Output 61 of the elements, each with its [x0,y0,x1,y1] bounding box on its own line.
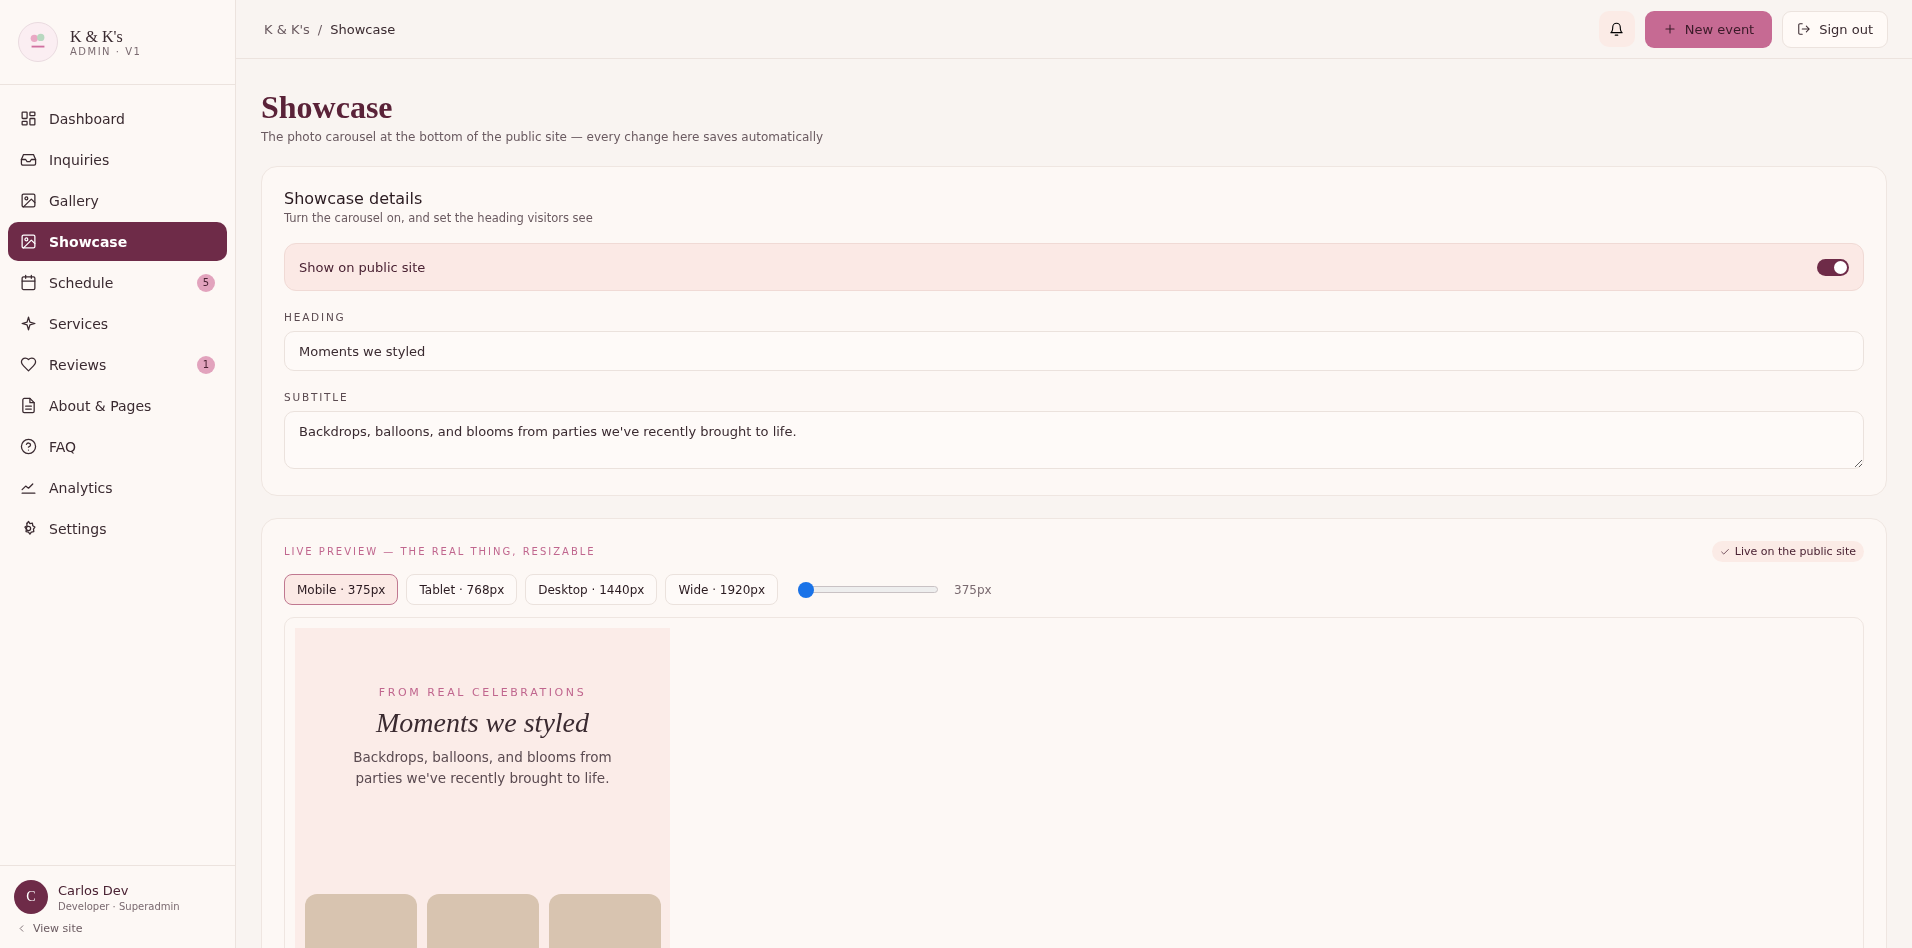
field-label: SUBTITLE [284,391,350,403]
preview-label: LIVE PREVIEW — THE REAL THING, RESIZABLE [284,546,596,557]
document-icon [20,397,37,414]
nav-item[interactable]: Settings [8,509,227,548]
toggle-switch[interactable] [1817,258,1849,276]
device-size-button[interactable]: Wide · 1920px [665,574,779,605]
nav-item[interactable]: Reviews 1 [8,345,227,384]
nav-item[interactable]: FAQ [8,427,227,466]
nav-item[interactable]: Showcase [8,222,227,261]
grid-icon [20,110,37,127]
image-icon [20,233,37,250]
user-avatar: C [14,880,48,914]
calendar-icon [20,274,37,291]
heart-icon [20,356,37,373]
width-slider[interactable] [798,581,939,598]
subtitle-field[interactable]: Backdrops, balloons, and blooms from parties we've recently brought to life. [284,411,1864,469]
breadcrumb-separator: / [317,21,323,37]
user-name: Carlos Dev [58,882,130,898]
bell-icon [1609,21,1625,37]
new-event-button[interactable]: New event [1644,10,1773,48]
card-subtitle: Turn the carousel on, and set the heading visitors see [284,211,594,225]
page-subtitle: The photo carousel at the bottom of the public site — every change here saves automatically [261,130,825,144]
logout-icon [1797,22,1812,36]
device-size-button[interactable]: Desktop · 1440px [525,574,658,605]
preview-eyebrow: FROM REAL CELEBRATIONS [378,686,587,699]
live-status-badge: Live on the public site [1711,541,1864,562]
device-size-button[interactable]: Mobile · 375px [284,574,399,605]
nav-item[interactable]: Dashboard [8,99,227,138]
user-role: Developer · Superadmin [58,900,180,912]
sign-out-button[interactable]: Sign out [1782,10,1888,48]
slider-thumb[interactable] [798,581,815,598]
brand-name: K & K's [70,27,124,46]
nav-item[interactable]: Analytics [8,468,227,507]
count-badge: 1 [197,355,215,374]
width-reading: 375px [954,582,992,597]
brand-logo [18,22,58,62]
brand-version: ADMIN · V1 [70,45,142,57]
count-badge: 5 [197,273,215,292]
device-size-button[interactable]: Tablet · 768px [406,574,518,605]
plus-icon [1662,22,1677,36]
nav-item[interactable]: About & Pages [8,386,227,425]
page-title: Showcase [261,89,394,126]
notifications-button[interactable] [1598,11,1635,47]
help-icon [20,438,37,455]
card-title: Showcase details [284,189,424,208]
preview-heading: Moments we styled [375,707,590,739]
breadcrumb-item: Showcase [330,21,396,37]
view-site-link[interactable]: View site [16,922,83,935]
nav-item[interactable]: Gallery [8,181,227,220]
nav-item[interactable]: Schedule 5 [8,263,227,302]
preview-text: Backdrops, balloons, and blooms from parties we've recently brought to life. [352,748,613,788]
breadcrumb-item[interactable]: K & K's [264,21,310,37]
sparkle-icon [20,315,37,332]
nav-item[interactable]: Services [8,304,227,343]
field-label: HEADING [284,311,347,323]
check-icon [1719,546,1730,557]
inbox-icon [20,151,37,168]
nav-item[interactable]: Inquiries [8,140,227,179]
toggle-label: Show on public site [299,259,426,275]
image-icon [20,192,37,209]
heading-field[interactable]: Moments we styled [284,331,1864,371]
